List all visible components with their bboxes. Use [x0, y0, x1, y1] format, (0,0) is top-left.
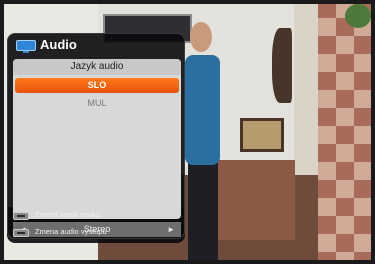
- arrow-right-icon[interactable]: ►: [167, 222, 175, 237]
- remote-key-icon: [13, 229, 29, 237]
- list-item-mul[interactable]: MUL: [13, 96, 181, 111]
- list-header: Jazyk audio: [13, 59, 181, 75]
- audio-language-list: Jazyk audio SLO MUL: [13, 59, 181, 219]
- cabinet: [210, 160, 295, 240]
- osd-title: Audio: [40, 37, 77, 52]
- tv-icon: [16, 40, 36, 53]
- osd-header: Audio: [8, 34, 184, 60]
- hint-label: Zmeniť jazyk zvuku: [35, 210, 100, 219]
- audio-osd-panel: Audio Jazyk audio SLO MUL ◄ Stereo ►: [7, 33, 185, 239]
- person-head: [190, 22, 212, 52]
- remote-key-icon: [13, 212, 29, 220]
- list-item-slo[interactable]: SLO: [15, 78, 179, 93]
- tiled-wall: [318, 0, 375, 264]
- wall-mirror: [272, 28, 292, 103]
- framed-photo: [240, 118, 284, 152]
- person-body: [185, 55, 220, 165]
- plant: [345, 4, 371, 28]
- person-legs: [188, 160, 218, 264]
- hint-label: Zmena audio výstupu: [35, 227, 107, 236]
